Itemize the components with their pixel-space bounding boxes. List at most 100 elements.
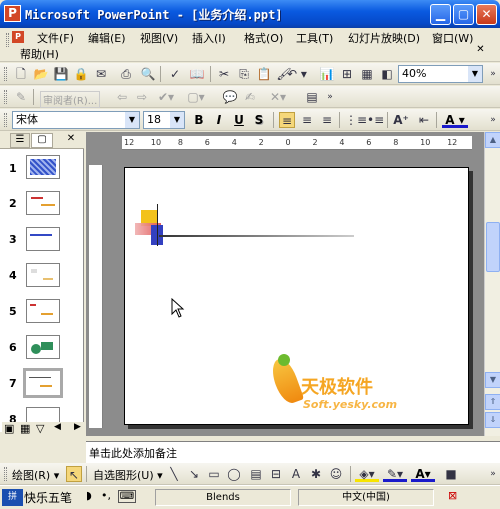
numbering-icon[interactable]: ⋮≡ bbox=[345, 112, 367, 128]
underline-button[interactable]: U bbox=[231, 112, 247, 128]
scroll-up-icon[interactable]: ▲ bbox=[485, 132, 500, 148]
menu-help[interactable]: 帮助(H) bbox=[20, 46, 59, 62]
cut-icon[interactable]: ✂ bbox=[216, 66, 232, 82]
toolbar-options-icon[interactable]: » bbox=[322, 89, 338, 105]
notes-pane[interactable]: 单击此处添加备注 bbox=[86, 441, 500, 463]
menu-format[interactable]: 格式(O) bbox=[244, 30, 283, 46]
diagram-icon[interactable]: ✱ bbox=[308, 466, 324, 482]
open-icon[interactable]: 📂 bbox=[33, 66, 49, 82]
slide-thumbnail[interactable] bbox=[26, 335, 60, 359]
email-icon[interactable]: ✉ bbox=[93, 66, 109, 82]
ime-name[interactable]: 快乐五笔 bbox=[24, 489, 72, 506]
shadow-button[interactable]: S bbox=[251, 112, 267, 128]
ime-icon[interactable]: 拼 bbox=[2, 489, 23, 506]
next-slide-icon[interactable]: ⇓ bbox=[485, 412, 500, 428]
clipart-icon[interactable]: ☺ bbox=[328, 466, 344, 482]
slide-thumbnail[interactable] bbox=[26, 155, 60, 179]
spelling-status-icon[interactable]: ⊠ bbox=[448, 489, 457, 502]
toolbar-options-icon[interactable]: » bbox=[485, 466, 500, 482]
menu-file[interactable]: 文件(F) bbox=[37, 30, 74, 46]
close-button[interactable]: ✕ bbox=[476, 4, 497, 25]
paste-icon[interactable]: 📋 bbox=[256, 66, 272, 82]
tab-outline[interactable]: ☰ bbox=[10, 133, 30, 148]
toolbar-grip[interactable] bbox=[4, 467, 7, 481]
copy-icon[interactable]: ⎘ bbox=[236, 66, 252, 82]
menu-view[interactable]: 视图(V) bbox=[140, 30, 178, 46]
ime-punct-icon[interactable]: •, bbox=[101, 489, 111, 502]
scroll-left-icon[interactable]: ◀ bbox=[54, 422, 61, 432]
insert-table-icon[interactable]: ⊞ bbox=[339, 66, 355, 82]
vertical-ruler[interactable] bbox=[89, 165, 103, 428]
spelling-icon[interactable]: ✓ bbox=[167, 66, 183, 82]
wordart-icon[interactable]: A bbox=[288, 466, 304, 482]
autoshapes-menu-button[interactable]: 自选图形(U) ▾ bbox=[93, 467, 163, 483]
insert-comment-icon[interactable]: 💬 bbox=[222, 89, 238, 105]
font-select[interactable]: 宋体 ▼ bbox=[12, 111, 140, 129]
select-objects-icon[interactable]: ↖ bbox=[66, 466, 82, 482]
textbox-icon[interactable]: ▤ bbox=[248, 466, 264, 482]
slide-sorter-icon[interactable]: ▦ bbox=[20, 422, 30, 435]
tab-slides[interactable]: ▢ bbox=[31, 133, 53, 148]
maximize-button[interactable]: ▢ bbox=[453, 4, 474, 25]
menu-edit[interactable]: 编辑(E) bbox=[88, 30, 126, 46]
slide-thumbnail[interactable] bbox=[26, 191, 60, 215]
horizontal-ruler[interactable]: 12 10 8 6 4 2 0 2 4 6 8 10 12 bbox=[122, 136, 472, 150]
research-icon[interactable]: 📖 bbox=[189, 66, 205, 82]
line-color-icon[interactable]: ✎▾ bbox=[383, 466, 407, 482]
menu-slideshow[interactable]: 幻灯片放映(D) bbox=[348, 30, 420, 46]
align-right-icon[interactable]: ≡ bbox=[319, 112, 335, 128]
menu-window[interactable]: 窗口(W) bbox=[432, 30, 473, 46]
new-icon[interactable]: 🗋 bbox=[13, 66, 29, 82]
doc-close-icon[interactable]: ✕ bbox=[474, 44, 487, 57]
vertical-scrollbar[interactable]: ▲ ▼ ⇑ ⇓ bbox=[484, 132, 500, 436]
undo-icon[interactable]: ↶ ▾ bbox=[285, 66, 309, 82]
powerpoint-app-icon[interactable]: P bbox=[4, 5, 21, 22]
print-icon[interactable]: ⎙ bbox=[118, 66, 134, 82]
toolbar-options-icon[interactable]: » bbox=[485, 66, 500, 82]
slide-canvas[interactable]: 天极软件 Soft.yesky.com bbox=[124, 167, 469, 425]
decrease-indent-icon[interactable]: ⇤ bbox=[416, 112, 432, 128]
align-left-icon[interactable]: ≡ bbox=[279, 112, 295, 128]
permission-icon[interactable]: 🔒 bbox=[73, 66, 89, 82]
menu-grip[interactable] bbox=[6, 33, 9, 47]
normal-view-icon[interactable]: ▣ bbox=[4, 422, 14, 435]
color-grayscale-icon[interactable]: ◧ bbox=[379, 66, 395, 82]
slide-thumbnail-selected[interactable] bbox=[23, 368, 63, 398]
chevron-down-icon[interactable]: ▼ bbox=[125, 112, 139, 128]
minimize-button[interactable]: ▁ bbox=[430, 4, 451, 25]
increase-font-icon[interactable]: A⁺ bbox=[393, 112, 409, 128]
scroll-right-icon[interactable]: ▶ bbox=[74, 422, 81, 432]
toolbar-grip[interactable] bbox=[4, 113, 7, 127]
font-color-icon[interactable]: A▾ bbox=[411, 466, 435, 482]
save-icon[interactable]: 💾 bbox=[53, 66, 69, 82]
font-size-select[interactable]: 18 ▼ bbox=[143, 111, 185, 129]
arrow-icon[interactable]: ↘ bbox=[186, 466, 202, 482]
draw-menu-button[interactable]: 绘图(R) ▾ bbox=[12, 467, 59, 483]
zoom-select[interactable]: 40% ▼ bbox=[398, 65, 483, 83]
document-icon[interactable]: P bbox=[12, 31, 24, 43]
bullets-icon[interactable]: •≡ bbox=[367, 112, 384, 128]
previous-slide-icon[interactable]: ⇑ bbox=[485, 394, 500, 410]
align-center-icon[interactable]: ≡ bbox=[299, 112, 315, 128]
font-color-icon[interactable]: A ▾ bbox=[442, 112, 468, 128]
chevron-down-icon[interactable]: ▼ bbox=[170, 112, 184, 128]
rectangle-icon[interactable]: ▭ bbox=[206, 466, 222, 482]
line-icon[interactable]: ╲ bbox=[166, 466, 182, 482]
insert-chart-icon[interactable]: 📊 bbox=[319, 66, 335, 82]
italic-button[interactable]: I bbox=[211, 112, 227, 128]
reviewing-pane-icon[interactable]: ▤ bbox=[304, 89, 320, 105]
grid-icon[interactable]: ▦ bbox=[359, 66, 375, 82]
scroll-thumb[interactable] bbox=[486, 222, 500, 272]
oval-icon[interactable]: ◯ bbox=[226, 466, 242, 482]
close-pane-icon[interactable]: ✕ bbox=[64, 133, 78, 147]
menu-tools[interactable]: 工具(T) bbox=[296, 30, 333, 46]
scroll-down-icon[interactable]: ▼ bbox=[485, 372, 500, 388]
vertical-line[interactable] bbox=[157, 204, 158, 246]
shadow-style-icon[interactable]: ■ bbox=[443, 466, 459, 482]
toolbar-options-icon[interactable]: » bbox=[485, 112, 500, 128]
ime-shape-icon[interactable]: ◗ bbox=[86, 489, 92, 502]
title-line[interactable] bbox=[159, 235, 354, 237]
slideshow-icon[interactable]: ▽ bbox=[36, 422, 44, 435]
vertical-textbox-icon[interactable]: ⊟ bbox=[268, 466, 284, 482]
bold-button[interactable]: B bbox=[191, 112, 207, 128]
